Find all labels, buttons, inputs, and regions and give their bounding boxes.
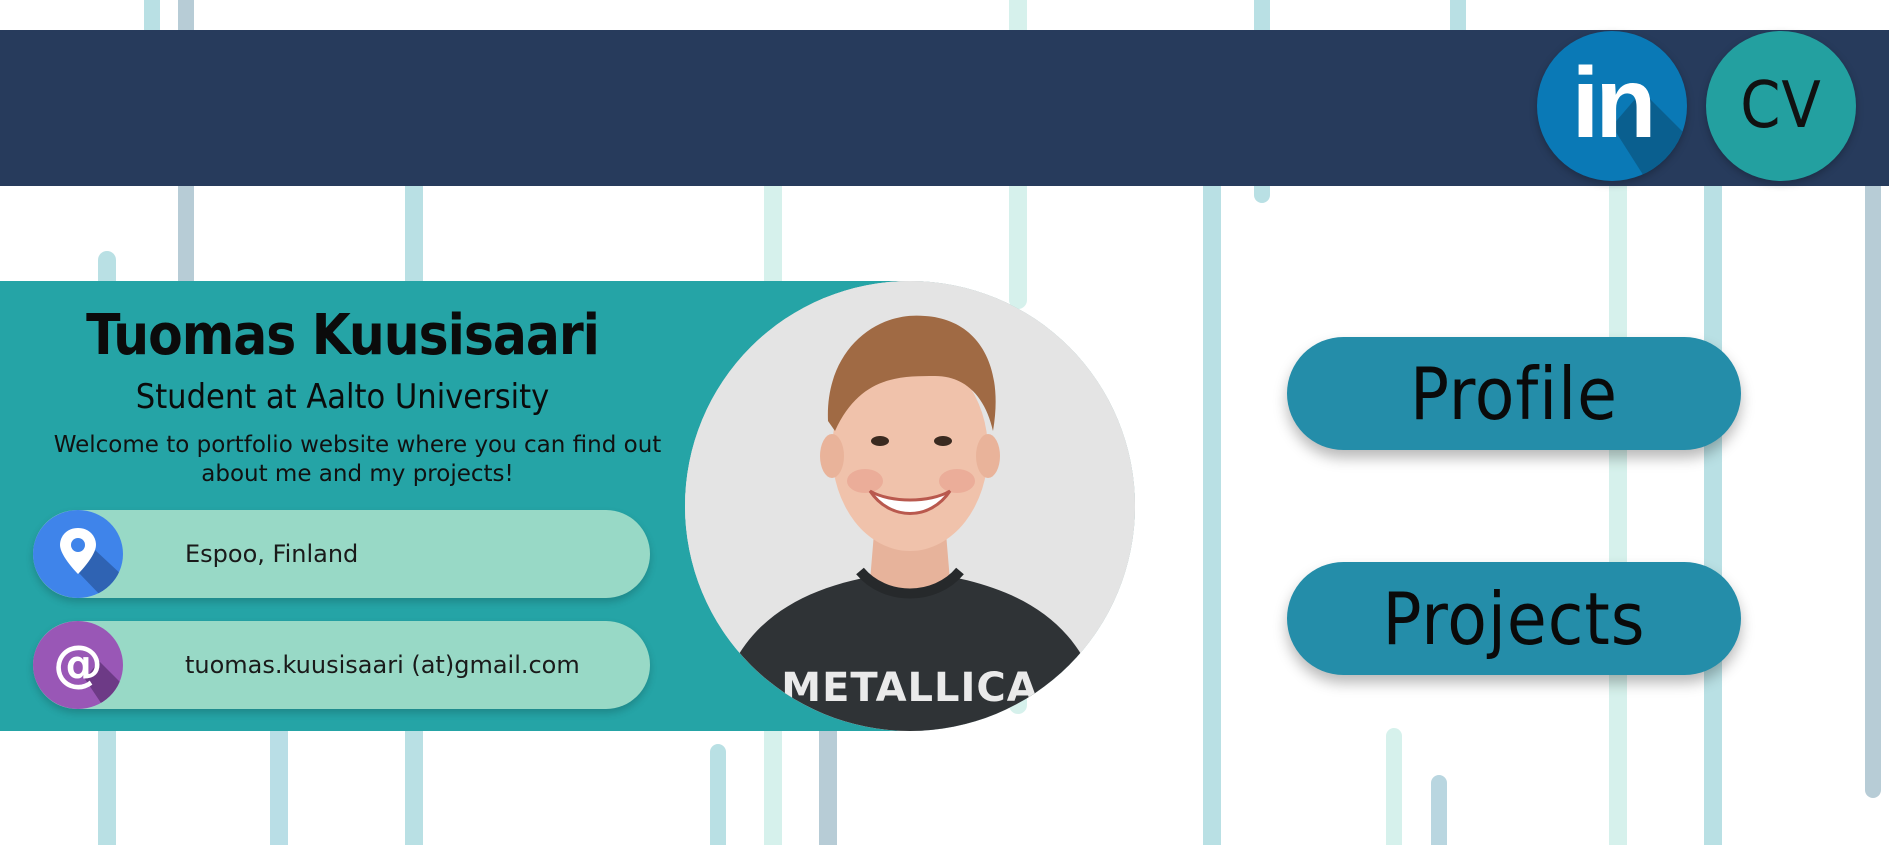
intro-card: Tuomas Kuusisaari Student at Aalto Unive… xyxy=(0,281,1135,731)
profile-button-label: Profile xyxy=(1409,351,1619,436)
svg-text:@: @ xyxy=(53,635,103,693)
email-pill[interactable]: @ tuomas.kuusisaari (at)gmail.com xyxy=(33,621,650,709)
email-text: tuomas.kuusisaari (at)gmail.com xyxy=(185,651,580,679)
shirt-logo-text: METALLICA xyxy=(781,665,1038,711)
profile-button[interactable]: Profile xyxy=(1287,337,1741,450)
location-text: Espoo, Finland xyxy=(185,540,359,568)
person-name: Tuomas Kuusisaari xyxy=(86,303,600,368)
cv-button[interactable]: CV xyxy=(1706,31,1856,181)
profile-photo: METALLICA xyxy=(685,281,1135,731)
projects-button[interactable]: Projects xyxy=(1287,562,1741,675)
projects-button-label: Projects xyxy=(1382,576,1646,661)
map-pin-icon xyxy=(33,510,123,598)
cv-label: CV xyxy=(1740,69,1822,143)
person-subtitle: Student at Aalto University xyxy=(135,377,550,417)
linkedin-icon: in xyxy=(1571,46,1657,159)
linkedin-button[interactable]: in xyxy=(1537,31,1687,181)
location-pill: Espoo, Finland xyxy=(33,510,650,598)
at-sign-icon: @ xyxy=(33,621,123,709)
welcome-text: Welcome to portfolio website where you c… xyxy=(53,432,662,487)
